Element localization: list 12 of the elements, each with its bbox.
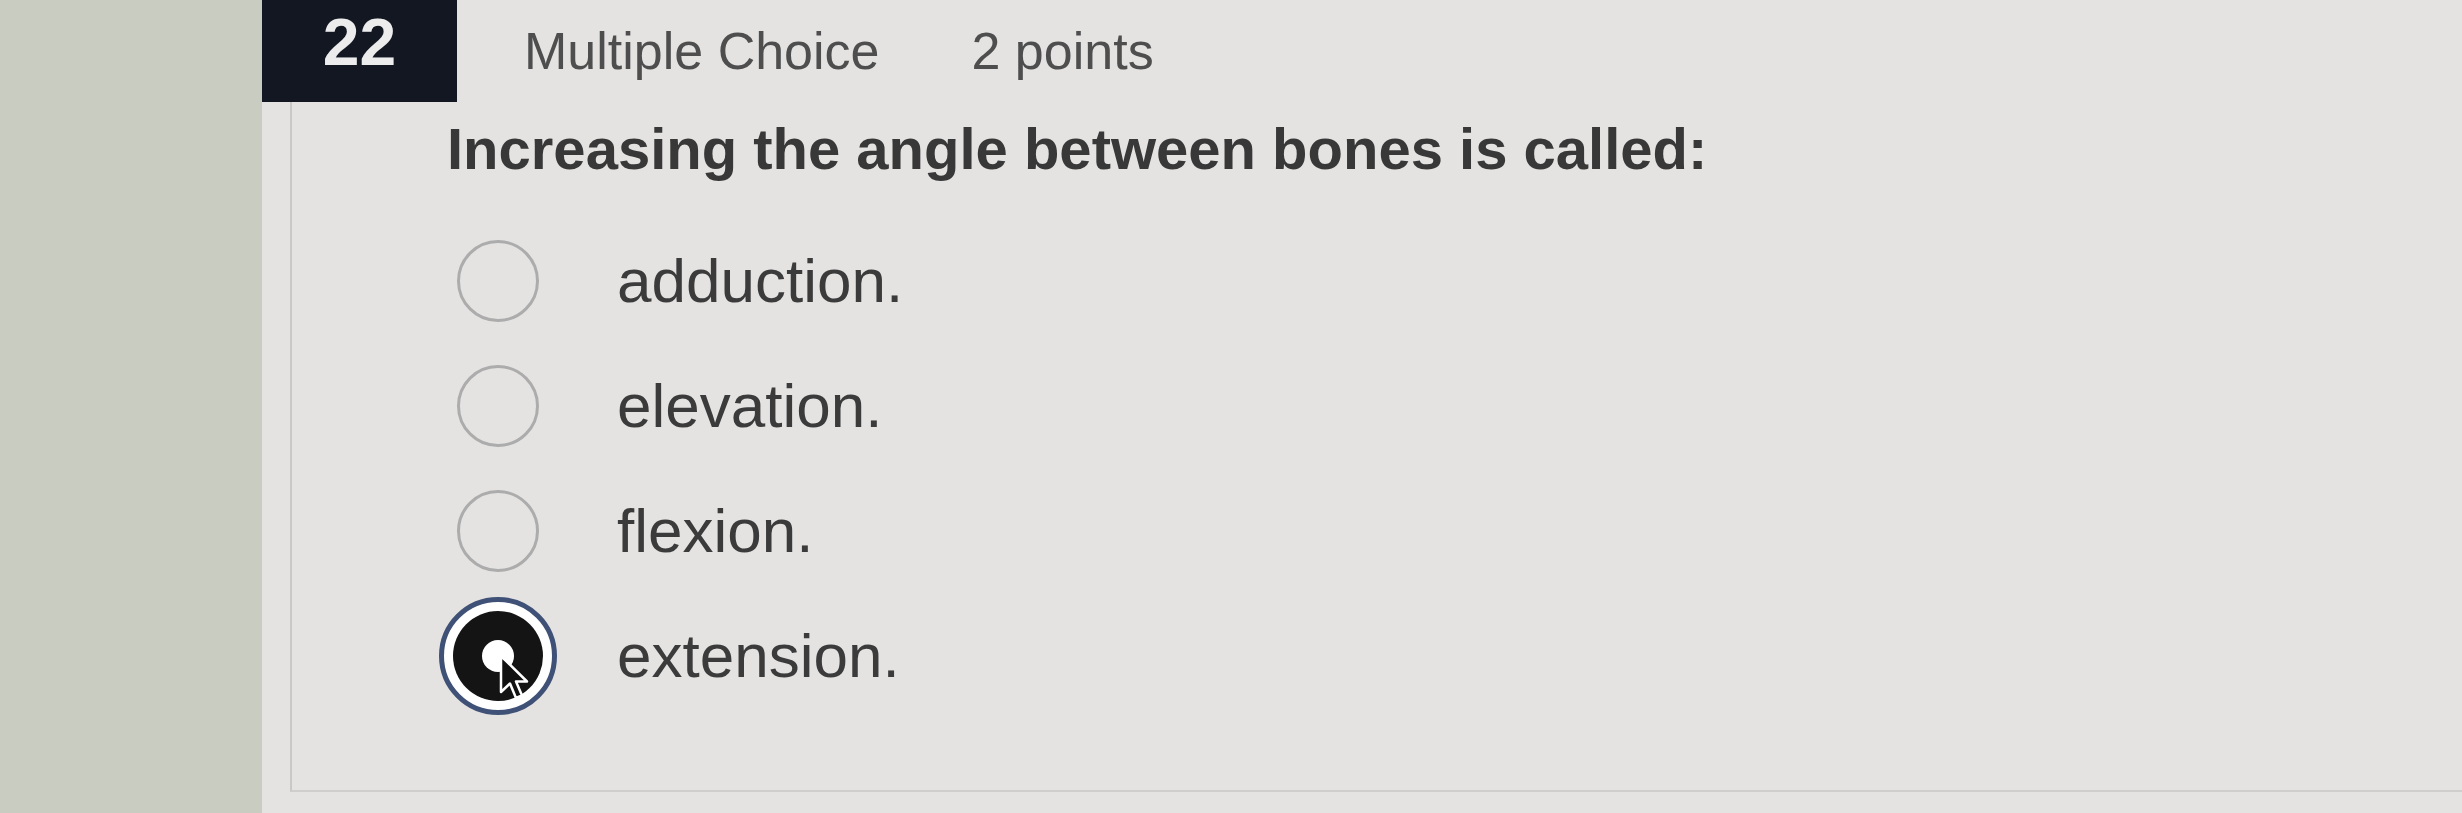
radio-button[interactable]: [457, 364, 539, 447]
option-label[interactable]: adduction.: [617, 243, 904, 318]
points-label: 2 points: [971, 21, 1154, 81]
option-label[interactable]: elevation.: [617, 368, 883, 443]
option-label[interactable]: extension.: [617, 618, 900, 693]
option-label[interactable]: flexion.: [617, 493, 814, 568]
question-type: Multiple Choice: [524, 21, 880, 81]
radio-button[interactable]: [457, 239, 539, 322]
question-text: Increasing the angle between bones is called:: [447, 115, 1708, 183]
radio-button[interactable]: [439, 596, 557, 715]
question-number: 22: [262, 0, 457, 102]
radio-button[interactable]: [457, 489, 539, 572]
